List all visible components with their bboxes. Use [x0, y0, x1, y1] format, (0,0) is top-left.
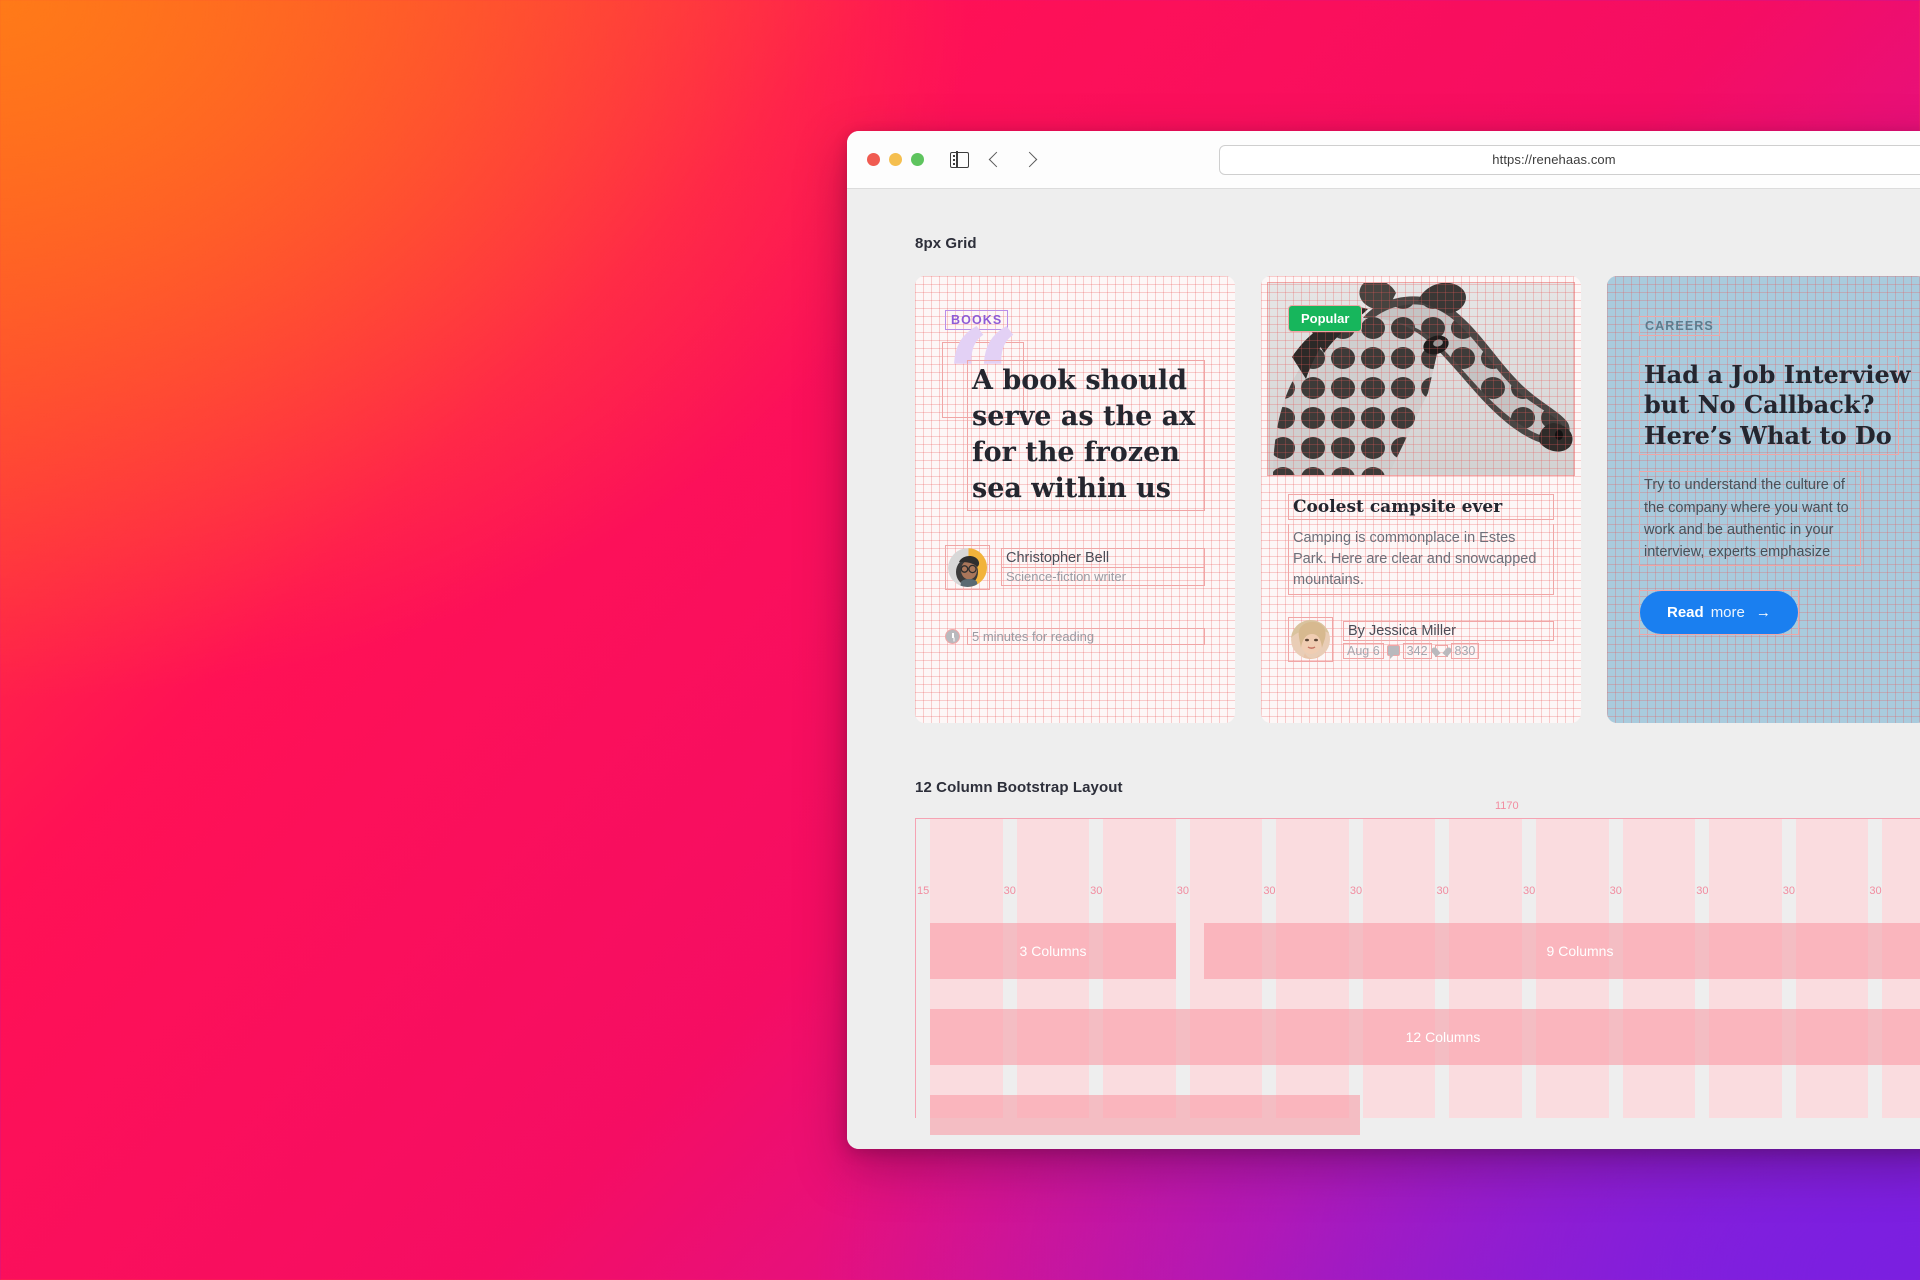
card-careers-description: Try to understand the culture of the com…	[1639, 471, 1861, 567]
bootstrap-container: 15 30 30 30 30 30 30 30 30 30 30 30 3 Columns 9 Col…	[915, 818, 1920, 1135]
campsite-photo: Popular	[1267, 282, 1575, 476]
gutter-size-label: 30	[1090, 885, 1103, 897]
gutter-size-label: 30	[1523, 885, 1536, 897]
gutter-size-label: 30	[1696, 885, 1709, 897]
chevron-right-icon[interactable]	[1021, 151, 1038, 168]
careers-title-line-2: but No Callback?	[1644, 390, 1875, 420]
campsite-meta: By Jessica Miller Aug 6 342 830	[1343, 620, 1554, 660]
campsite-likes-count: 830	[1450, 642, 1480, 659]
careers-title-line-3: Here’s What to Do	[1644, 420, 1892, 450]
campsite-body: Coolest campsite ever Camping is commonp…	[1267, 476, 1575, 663]
comment-icon	[1386, 645, 1400, 660]
reading-time-row: 5 minutes for reading	[945, 627, 1205, 645]
section-title-8px-grid: 8px Grid	[915, 235, 977, 252]
card-careers-title: Had a Job Interview but No Callback? Her…	[1639, 356, 1911, 456]
container-width-label: 1170	[1495, 800, 1519, 812]
card-books-quote: A book should serve as the ax for the fr…	[967, 360, 1205, 511]
author-role: Science-fiction writer	[1001, 568, 1205, 587]
sidebar-toggle-icon[interactable]	[950, 150, 969, 169]
read-more-wrap: Read more →	[1639, 590, 1799, 636]
minimize-window-button[interactable]	[889, 153, 902, 166]
campsite-comments-count: 342	[1402, 642, 1432, 659]
band-9-columns: 9 Columns	[1204, 923, 1920, 979]
gutter-size-label: 30	[1436, 885, 1449, 897]
gutter-size-label: 30	[1869, 885, 1882, 897]
card-books[interactable]: BOOKS “ A book should serve as the ax fo…	[915, 276, 1235, 723]
page-viewport: 8px Grid BOOKS “ A book should serve as …	[847, 189, 1920, 1149]
gutter-size-label: 15	[917, 885, 930, 897]
gutter-space: 30	[1176, 819, 1190, 1118]
card-books-quote-wrap: “ A book should serve as the ax for the …	[942, 313, 1205, 511]
avatar-image	[948, 547, 987, 587]
cards-row: BOOKS “ A book should serve as the ax fo…	[915, 276, 1920, 723]
close-window-button[interactable]	[867, 153, 880, 166]
campsite-title: Coolest campsite ever	[1288, 494, 1554, 520]
read-more-light: more	[1710, 604, 1745, 622]
card-campsite[interactable]: Popular Coolest campsite ever Camping is…	[1261, 276, 1581, 723]
gutter-size-label: 30	[1782, 885, 1796, 897]
author-text-lines: Christopher Bell Science-fiction writer	[1001, 548, 1205, 587]
avatar	[1288, 617, 1333, 663]
gutter-size-label: 30	[1003, 885, 1016, 897]
url-bar[interactable]: https://renehaas.com ↻	[1219, 144, 1920, 175]
band-3-columns: 3 Columns	[930, 923, 1176, 979]
gutter-space: 15	[916, 819, 930, 1118]
read-more-strong: Read	[1667, 604, 1704, 622]
heart-icon	[1434, 644, 1448, 657]
avatar	[945, 544, 990, 590]
browser-titlebar: https://renehaas.com ↻	[847, 131, 1920, 189]
careers-title-line-1: Had a Job Interview	[1644, 360, 1911, 389]
campsite-date: Aug 6	[1343, 642, 1384, 659]
gutter-size-label: 30	[1609, 885, 1622, 897]
browser-nav-icons	[950, 150, 1038, 169]
zoom-window-button[interactable]	[911, 153, 924, 166]
band-partial	[930, 1095, 1360, 1135]
card-careers[interactable]: CAREERS Had a Job Interview but No Callb…	[1607, 276, 1920, 723]
campsite-author-row: By Jessica Miller Aug 6 342 830	[1288, 617, 1554, 663]
url-text: https://renehaas.com	[1492, 152, 1616, 167]
author-name: Christopher Bell	[1001, 548, 1205, 569]
popular-badge: Popular	[1288, 305, 1363, 332]
browser-window: https://renehaas.com ↻ 8px Grid BOOKS “ …	[847, 131, 1920, 1149]
bootstrap-grid-demo: 1170 15 30 30 30 30 30 30 30 30 30 30 30 3 Columns …	[915, 800, 1920, 1135]
reading-time-text: 5 minutes for reading	[967, 627, 1205, 645]
section-title-bootstrap: 12 Column Bootstrap Layout	[915, 779, 1123, 796]
gutter-size-label: 30	[1263, 885, 1276, 897]
gutter-size-label: 30	[1349, 885, 1363, 897]
gutter-size-label: 30	[1176, 885, 1189, 897]
arrow-right-icon: →	[1755, 604, 1771, 622]
card-careers-tag: CAREERS	[1639, 316, 1720, 336]
band-12-columns: 12 Columns	[930, 1009, 1920, 1065]
clock-icon	[945, 628, 960, 644]
avatar-image	[1291, 620, 1330, 660]
chevron-left-icon[interactable]	[988, 151, 1005, 168]
traffic-lights	[867, 153, 924, 166]
campsite-stats: Aug 6 342 830	[1343, 642, 1554, 660]
read-more-button[interactable]: Read more →	[1640, 591, 1798, 635]
card-books-author: Christopher Bell Science-fiction writer	[945, 544, 1205, 590]
campsite-description: Camping is commonplace in Estes Park. He…	[1288, 524, 1554, 596]
campsite-author-name: By Jessica Miller	[1343, 620, 1554, 641]
